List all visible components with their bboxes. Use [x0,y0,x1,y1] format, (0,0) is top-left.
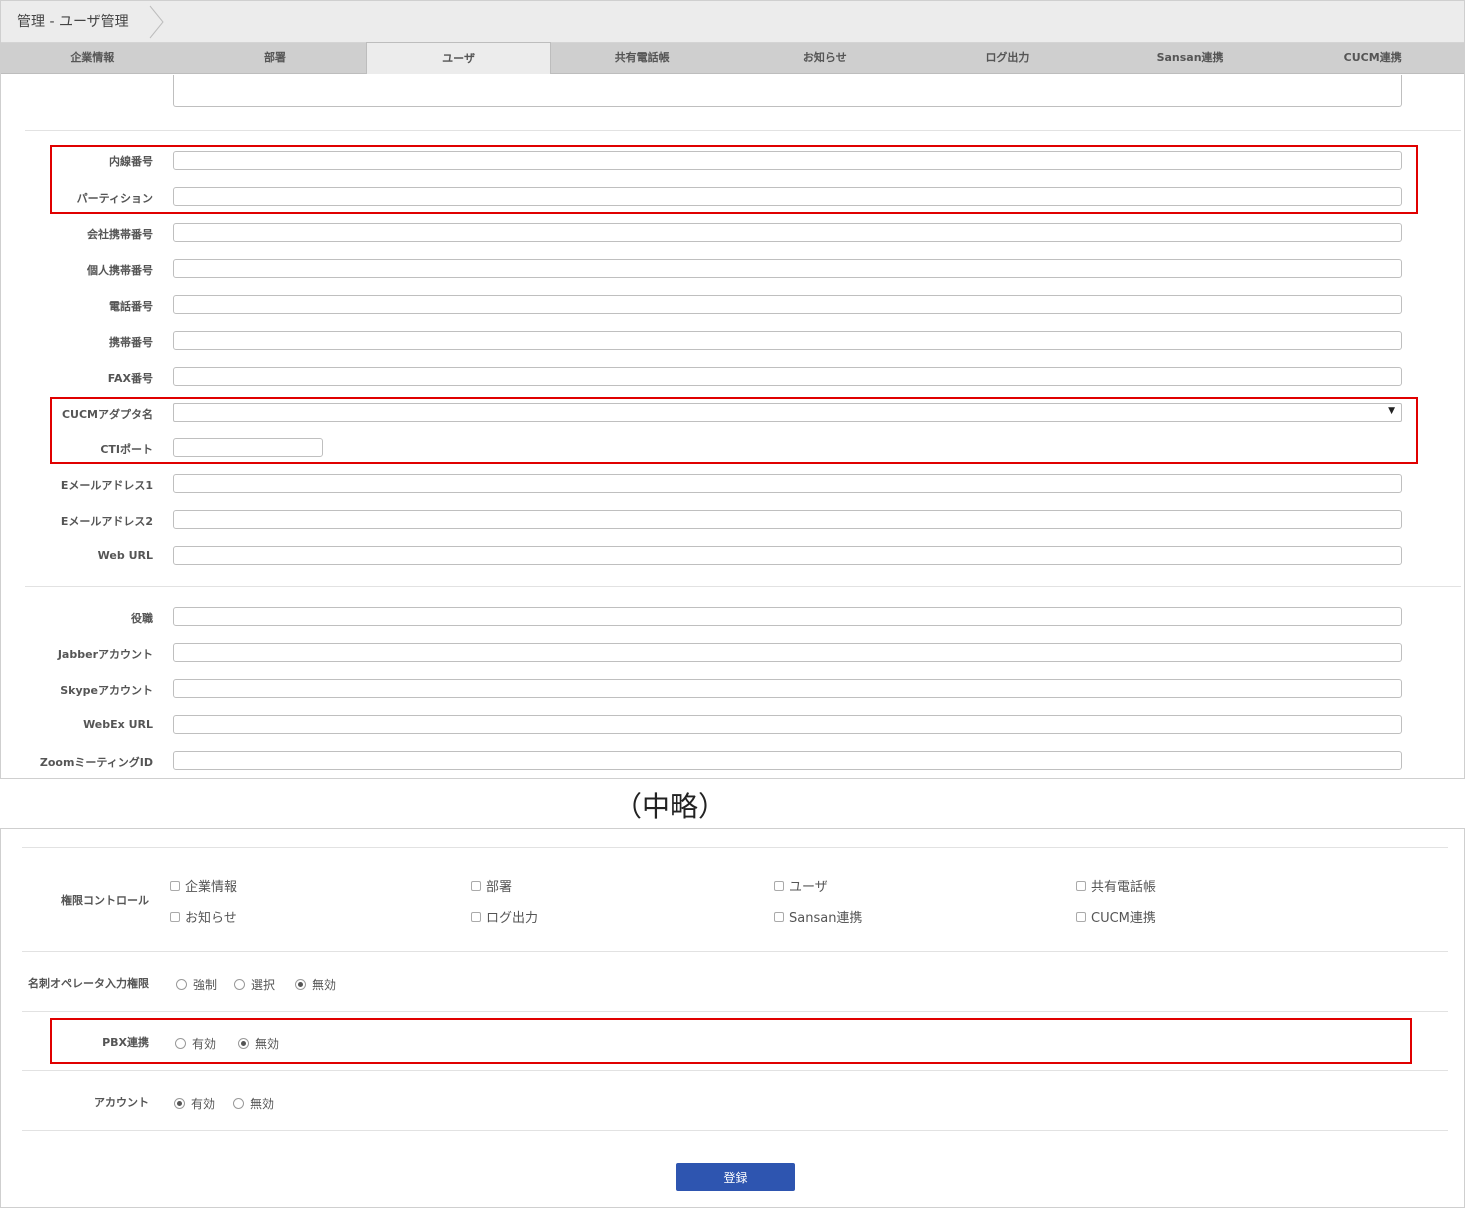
checkbox-label: Sansan連携 [789,911,863,926]
omitted-note: （中略） [613,790,726,823]
jabber-input[interactable] [173,643,1402,662]
checkbox-label: 共有電話帳 [1091,880,1157,895]
checkbox-label: ログ出力 [486,911,539,926]
section-divider [22,847,1448,848]
zoom-input[interactable] [173,751,1402,770]
checkbox-label: お知らせ [185,911,237,926]
checkbox-label: 企業情報 [185,880,238,895]
tab-bar: 企業情報 部署 ユーザ 共有電話帳 お知らせ ログ出力 Sansan連携 CUC… [1,42,1464,74]
section-divider [22,1130,1448,1131]
webex-label: WebEx URL [83,718,153,731]
checkbox-icon [774,911,784,922]
card-operator-radio-select[interactable]: 選択 [234,976,275,993]
section-divider [22,951,1448,952]
position-input[interactable] [173,607,1402,626]
account-label: アカウント [94,1096,149,1109]
tab-company[interactable]: 企業情報 [1,43,184,73]
breadcrumb: 管理 - ユーザ管理 [17,14,129,30]
section-divider [25,586,1461,587]
section-divider [22,1011,1448,1012]
checkbox-icon [471,880,481,891]
radio-label: 有効 [191,1097,216,1111]
permission-checkbox-log[interactable]: ログ出力 [471,907,538,926]
personal-mobile-input[interactable] [173,259,1402,278]
radio-label: 無効 [250,1097,275,1111]
skype-input[interactable] [173,679,1402,698]
checkbox-icon [774,880,784,891]
radio-label: 選択 [251,978,276,992]
permission-checkbox-sansan[interactable]: Sansan連携 [774,907,862,926]
position-label: 役職 [131,612,153,625]
email1-input[interactable] [173,474,1402,493]
skype-label: Skypeアカウント [60,684,153,697]
jabber-label: Jabberアカウント [57,648,153,661]
textarea-field[interactable] [173,75,1402,107]
email2-label: Eメールアドレス2 [60,515,153,528]
personal-mobile-label: 個人携帯番号 [87,264,153,277]
checkbox-icon [471,911,481,922]
permission-checkbox-user[interactable]: ユーザ [774,876,828,895]
web-url-input[interactable] [173,546,1402,565]
radio-selected-icon [174,1098,185,1109]
permission-checkbox-cucm[interactable]: CUCM連携 [1076,907,1156,926]
permission-checkbox-department[interactable]: 部署 [471,876,512,895]
checkbox-label: CUCM連携 [1091,911,1156,926]
permissions-panel: 権限コントロール 企業情報 部署 ユーザ 共有電話帳 お知らせ ログ出力 San… [0,828,1465,1208]
tab-sansan[interactable]: Sansan連携 [1099,43,1282,73]
email1-label: Eメールアドレス1 [60,479,153,492]
tab-log-output[interactable]: ログ出力 [916,43,1099,73]
breadcrumb-bar: 管理 - ユーザ管理 [1,1,1464,43]
fax-label: FAX番号 [107,372,153,385]
phone-input[interactable] [173,295,1402,314]
checkbox-label: 部署 [486,880,513,895]
card-operator-radio-force[interactable]: 強制 [176,976,217,993]
card-operator-label: 名刺オペレータ入力権限 [28,977,149,990]
section-divider [22,1070,1448,1071]
radio-label: 強制 [193,978,218,992]
fax-input[interactable] [173,367,1402,386]
tab-department[interactable]: 部署 [184,43,367,73]
user-edit-panel: 管理 - ユーザ管理 企業情報 部署 ユーザ 共有電話帳 お知らせ ログ出力 S… [0,0,1465,779]
radio-label: 無効 [312,978,337,992]
mobile-label: 携帯番号 [109,336,153,349]
checkbox-icon [1076,911,1086,922]
highlight-box [50,397,1418,464]
zoom-label: ZoomミーティングID [39,756,153,769]
tab-shared-phonebook[interactable]: 共有電話帳 [551,43,734,73]
breadcrumb-chevron-icon [149,5,164,39]
account-radio-enabled[interactable]: 有効 [174,1095,215,1112]
phone-label: 電話番号 [109,300,153,313]
company-mobile-input[interactable] [173,223,1402,242]
tab-notices[interactable]: お知らせ [734,43,917,73]
highlight-box [50,145,1418,214]
company-mobile-label: 会社携帯番号 [87,228,153,241]
register-button[interactable]: 登録 [676,1163,795,1191]
email2-input[interactable] [173,510,1402,529]
tab-cucm[interactable]: CUCM連携 [1281,43,1464,73]
checkbox-label: ユーザ [789,880,828,895]
web-url-label: Web URL [97,549,153,562]
radio-icon [176,979,187,990]
permission-checkbox-company[interactable]: 企業情報 [170,876,237,895]
permission-checkbox-phonebook[interactable]: 共有電話帳 [1076,876,1156,895]
checkbox-icon [170,880,180,891]
radio-selected-icon [295,979,306,990]
card-operator-radio-disabled[interactable]: 無効 [295,976,336,993]
checkbox-icon [170,911,180,922]
webex-input[interactable] [173,715,1402,734]
section-divider [25,130,1461,131]
permissions-label: 権限コントロール [61,894,149,907]
tab-user[interactable]: ユーザ [366,42,551,74]
radio-icon [233,1098,244,1109]
mobile-input[interactable] [173,331,1402,350]
account-radio-disabled[interactable]: 無効 [233,1095,274,1112]
highlight-box [50,1018,1412,1064]
permission-checkbox-notices[interactable]: お知らせ [170,907,237,926]
radio-icon [234,979,245,990]
checkbox-icon [1076,880,1086,891]
